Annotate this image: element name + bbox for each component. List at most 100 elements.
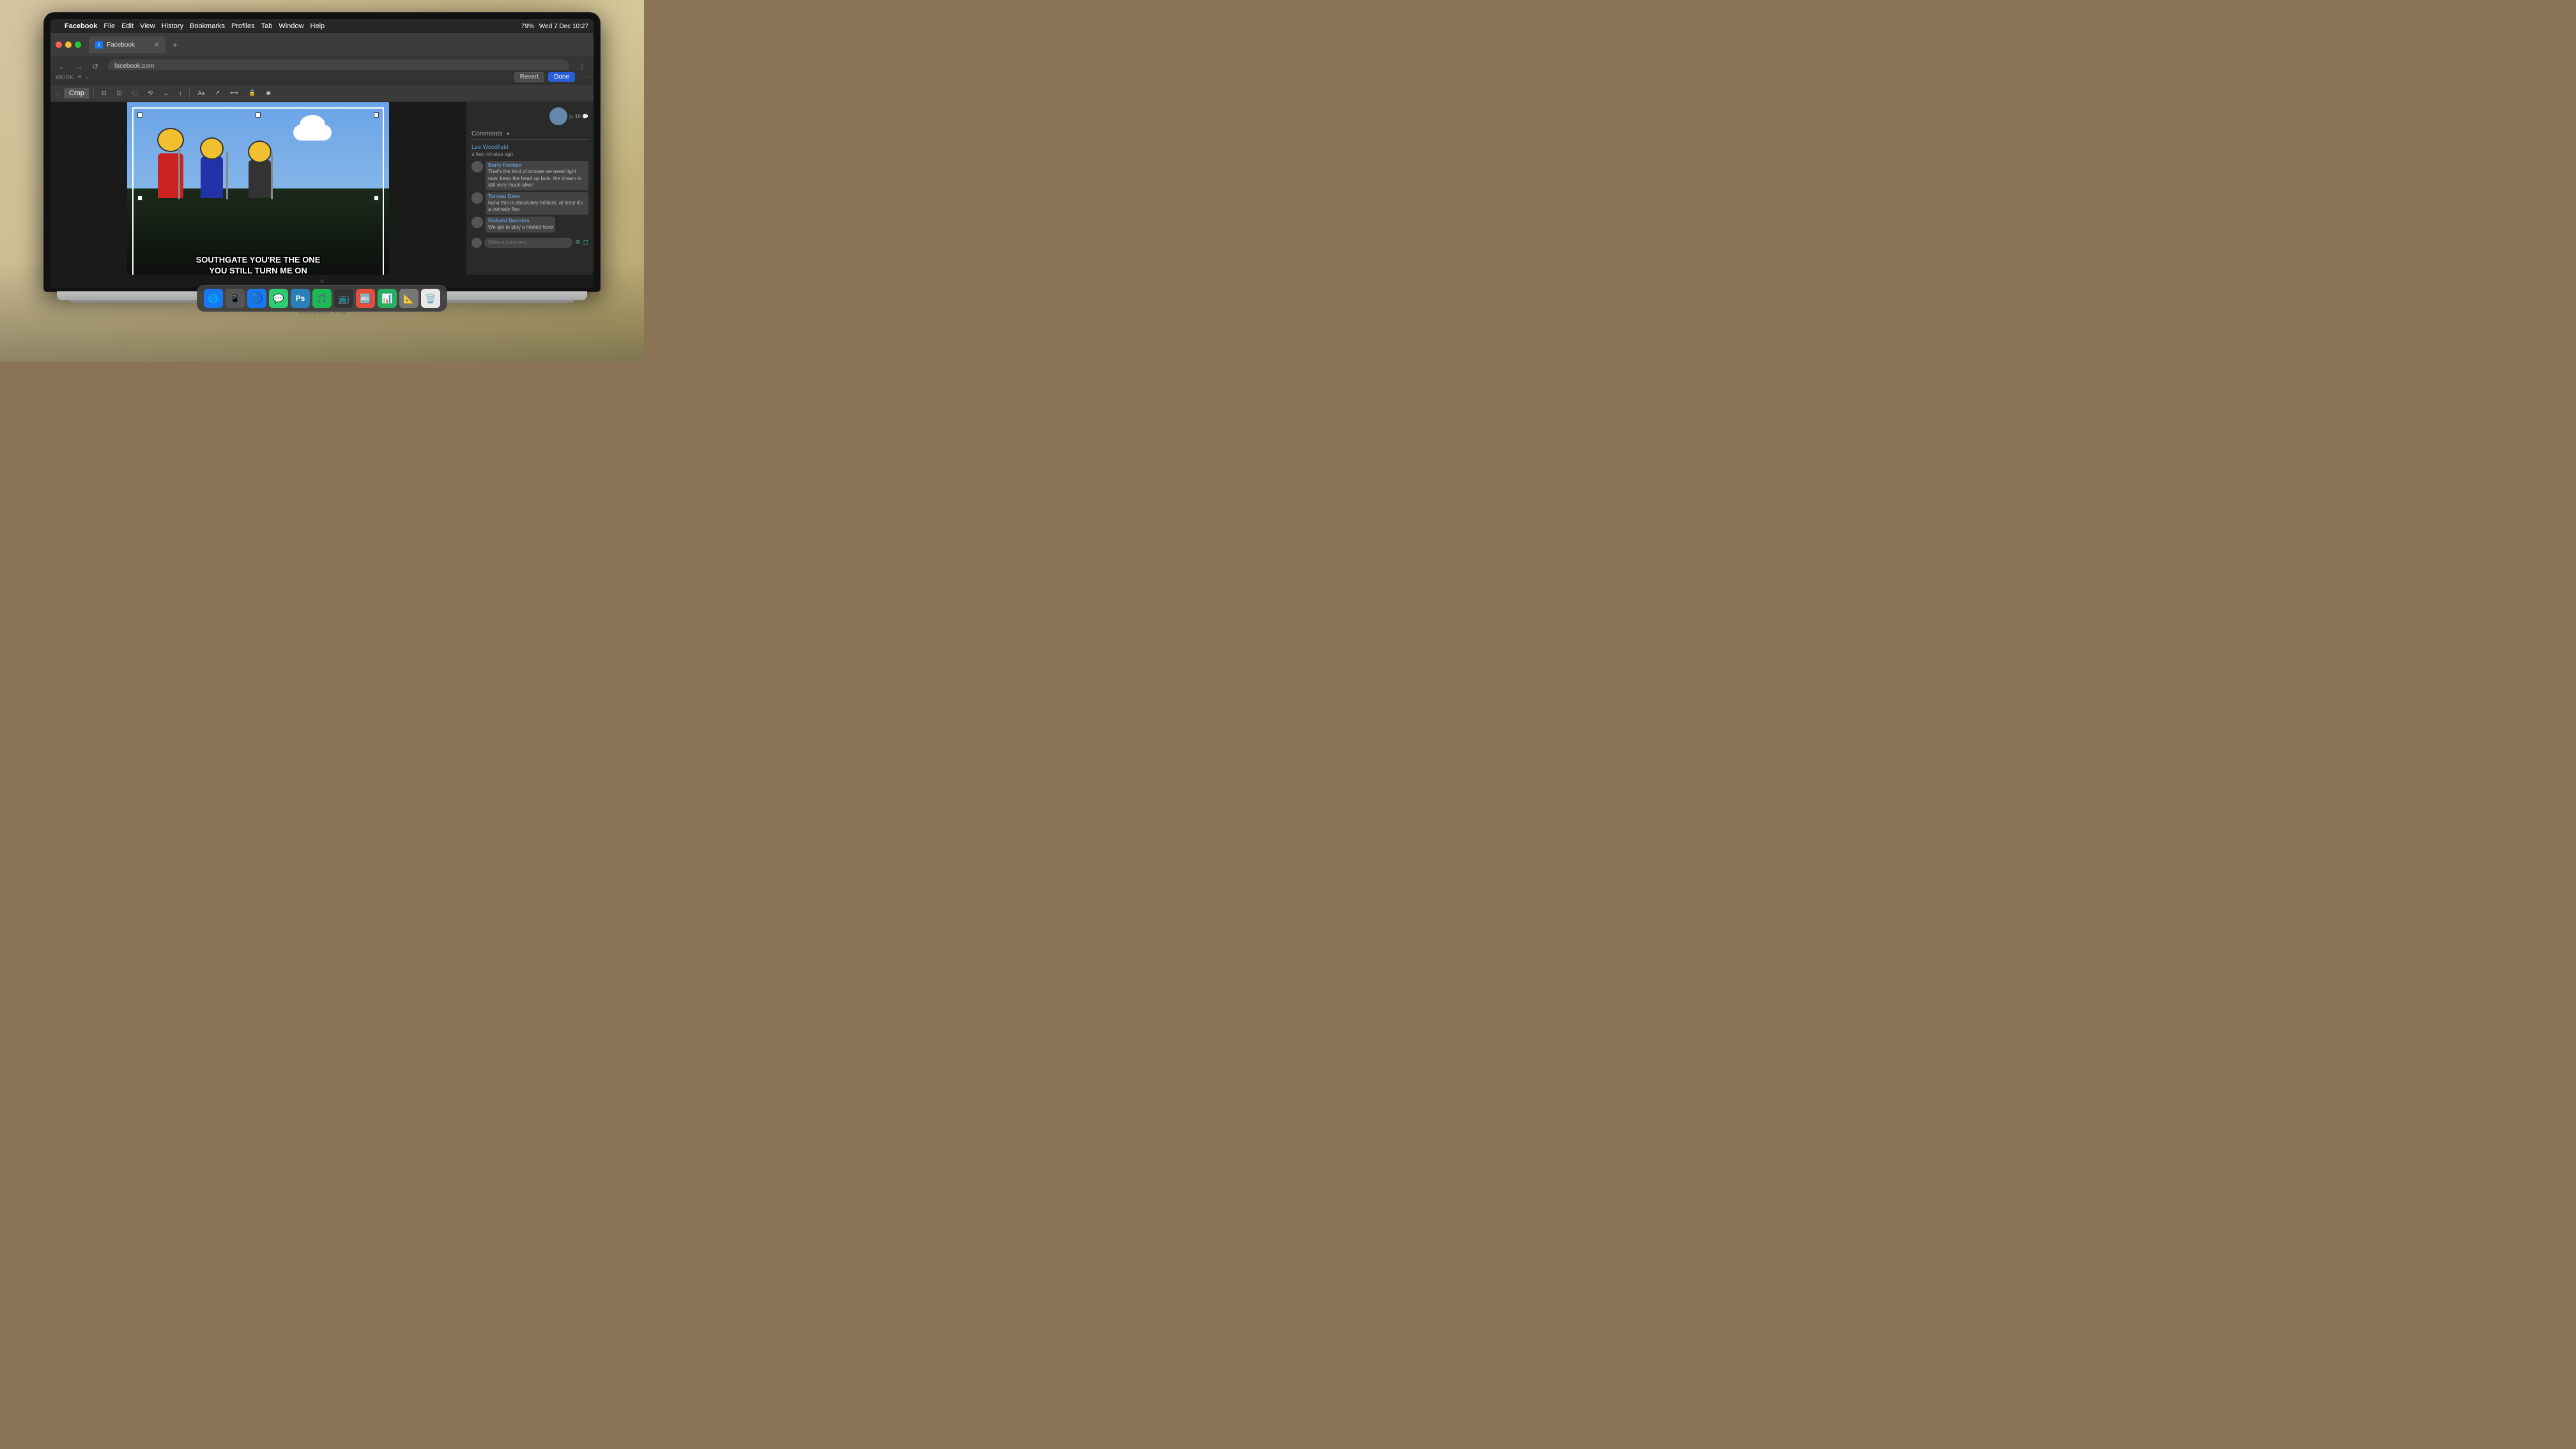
window-menu[interactable]: Window bbox=[279, 22, 303, 30]
ps-tool-1[interactable]: ⊡ bbox=[98, 87, 111, 100]
ps-canvas-area: SOUTHGATE YOU'RE THE ONE YOU STILL TURN … bbox=[50, 102, 466, 275]
figure3-head bbox=[248, 141, 272, 163]
ps-tool-6[interactable]: ↕ bbox=[175, 87, 186, 100]
cloud-graphic bbox=[287, 115, 338, 141]
dock-spotify-icon[interactable]: 🎵 bbox=[312, 289, 332, 308]
dock-excel-icon[interactable]: 📊 bbox=[378, 289, 397, 308]
chrome-titlebar: f Facebook ✕ + bbox=[50, 33, 594, 56]
ps-tool-3[interactable]: ⬚ bbox=[128, 87, 142, 100]
figure3 bbox=[245, 141, 274, 198]
menubar-right: 79% Wed 7 Dec 10:27 bbox=[521, 23, 588, 30]
post-timestamp: a few minutes ago bbox=[471, 151, 588, 157]
comment-1: Barry Forman That's the kind of morale w… bbox=[471, 161, 588, 190]
send-icon[interactable]: ⊕ bbox=[575, 239, 580, 246]
mic-stand-1 bbox=[178, 148, 180, 199]
file-menu[interactable]: File bbox=[103, 22, 115, 30]
user-profile-area: ▷ 10 💬 bbox=[471, 107, 588, 125]
tab-title: Facebook bbox=[107, 42, 135, 49]
toolbar-separator-1 bbox=[93, 88, 94, 98]
facebook-tab[interactable]: f Facebook ✕ bbox=[89, 36, 165, 53]
bookmarks-menu[interactable]: Bookmarks bbox=[190, 22, 225, 30]
comments-section: Comments ▾ Lee Woodfield a few minutes a… bbox=[471, 130, 588, 248]
ps-toolbar: ← Crop ⊡ ◫ ⬚ ⟲ ↔ ↕ Aa ↗ ⟺ bbox=[50, 84, 594, 102]
photoshop-overlay: WORK ✕ ‹ Revert Done ⋯ ← Crop bbox=[50, 70, 594, 275]
new-tab-button[interactable]: + bbox=[168, 38, 182, 52]
ps-tool-5[interactable]: ↔ bbox=[159, 87, 172, 100]
close-button[interactable] bbox=[56, 42, 62, 48]
ps-tool-11[interactable]: ◉ bbox=[262, 87, 275, 100]
meme-image: SOUTHGATE YOU'RE THE ONE YOU STILL TURN … bbox=[127, 102, 389, 275]
laptop-camera bbox=[320, 279, 324, 283]
comment-3-avatar bbox=[471, 217, 483, 228]
meme-image-container: SOUTHGATE YOU'RE THE ONE YOU STILL TURN … bbox=[127, 102, 389, 275]
tab-close-button[interactable]: ✕ bbox=[154, 42, 159, 49]
homer-figure bbox=[153, 128, 188, 198]
screen-frame: Facebook File Edit View History Bookmark… bbox=[44, 13, 600, 291]
macos-screen: Facebook File Edit View History Bookmark… bbox=[50, 19, 594, 275]
dock-trash-icon[interactable]: 🗑️ bbox=[421, 289, 440, 308]
ps-back-icon[interactable]: ‹ bbox=[86, 74, 88, 80]
profiles-menu[interactable]: Profiles bbox=[231, 22, 255, 30]
laptop: Facebook File Edit View History Bookmark… bbox=[44, 13, 600, 317]
user-avatar bbox=[549, 107, 567, 125]
dock-chrome-icon[interactable]: 🔵 bbox=[247, 289, 266, 308]
dock-messages-icon[interactable]: 💬 bbox=[269, 289, 288, 308]
view-menu[interactable]: View bbox=[140, 22, 155, 30]
comment-3-text: Richard Donners We got to play a limited… bbox=[486, 217, 555, 233]
figure3-body bbox=[249, 160, 271, 198]
dock-launchpad-icon[interactable]: 📱 bbox=[226, 289, 245, 308]
ps-tool-8[interactable]: ↗ bbox=[211, 87, 224, 100]
ps-tool-4[interactable]: ⟲ bbox=[144, 87, 157, 100]
comment-2-avatar bbox=[471, 192, 483, 204]
dock-finder-icon[interactable]: 🌐 bbox=[204, 289, 223, 308]
comments-header: Comments ▾ bbox=[471, 130, 588, 140]
ps-tool-9[interactable]: ⟺ bbox=[226, 87, 242, 100]
post-author: Lee Woodfield bbox=[471, 144, 588, 150]
toolbar-separator-2 bbox=[189, 88, 190, 98]
comment-count: 10 💬 bbox=[575, 114, 588, 119]
meme-text-overlay: SOUTHGATE YOU'RE THE ONE YOU STILL TURN … bbox=[127, 255, 389, 275]
comment-2: Tommo Dave haha this is absolutely brill… bbox=[471, 192, 588, 215]
characters-area bbox=[140, 166, 376, 243]
figure2 bbox=[197, 137, 226, 198]
ps-main-area: SOUTHGATE YOU'RE THE ONE YOU STILL TURN … bbox=[50, 102, 594, 275]
edit-menu[interactable]: Edit bbox=[121, 22, 134, 30]
ps-tool-2[interactable]: ◫ bbox=[112, 87, 126, 100]
history-menu[interactable]: History bbox=[162, 22, 183, 30]
meme-line2: YOU STILL TURN ME ON bbox=[134, 266, 383, 275]
battery-status: 79% bbox=[521, 23, 534, 30]
comment-input-avatar bbox=[471, 238, 482, 248]
photo-icon[interactable]: ◻ bbox=[583, 239, 588, 246]
ps-options-icon[interactable]: ⋯ bbox=[583, 73, 588, 80]
comment-3: Richard Donners We got to play a limited… bbox=[471, 217, 588, 233]
laptop-display: Facebook File Edit View History Bookmark… bbox=[50, 19, 594, 275]
menubar-left: Facebook File Edit View History Bookmark… bbox=[56, 22, 325, 30]
help-menu[interactable]: Help bbox=[310, 22, 325, 30]
dock: 🌐 📱 🔵 💬 Ps 🎵 📺 🔤 📊 📐 🗑️ bbox=[197, 285, 447, 312]
crop-tool-label[interactable]: Crop bbox=[64, 88, 89, 98]
maximize-button[interactable] bbox=[75, 42, 81, 48]
dock-appstore-icon[interactable]: 🔤 bbox=[356, 289, 375, 308]
revert-button[interactable]: Revert bbox=[514, 72, 544, 82]
dock-tv-icon[interactable]: 📺 bbox=[334, 289, 353, 308]
ps-tool-7[interactable]: Aa bbox=[194, 87, 208, 100]
tab-menu[interactable]: Tab bbox=[261, 22, 273, 30]
comment-1-avatar bbox=[471, 161, 483, 172]
app-name-menu[interactable]: Facebook bbox=[65, 22, 97, 30]
comments-dropdown-icon[interactable]: ▾ bbox=[507, 131, 509, 137]
dock-other-icon[interactable]: 📐 bbox=[399, 289, 418, 308]
comment-placeholder: Write a comment... bbox=[488, 240, 531, 245]
figure2-head bbox=[200, 137, 224, 160]
mic-stand-2 bbox=[226, 151, 228, 199]
ps-nav-back[interactable]: ← bbox=[56, 90, 61, 96]
ps-tool-10[interactable]: 🔒 bbox=[245, 87, 259, 100]
chrome-window: f Facebook ✕ + ← → ↺ bbox=[50, 33, 594, 275]
url-display: facebook.com bbox=[114, 63, 154, 70]
comment-input-field[interactable]: Write a comment... bbox=[484, 238, 572, 248]
datetime-display: Wed 7 Dec 10:27 bbox=[539, 23, 588, 30]
figure2-body bbox=[201, 157, 223, 198]
dock-photoshop-icon[interactable]: Ps bbox=[291, 289, 310, 308]
minimize-button[interactable] bbox=[65, 42, 72, 48]
done-button[interactable]: Done bbox=[548, 72, 575, 82]
ps-close-icon[interactable]: ✕ bbox=[77, 73, 82, 80]
